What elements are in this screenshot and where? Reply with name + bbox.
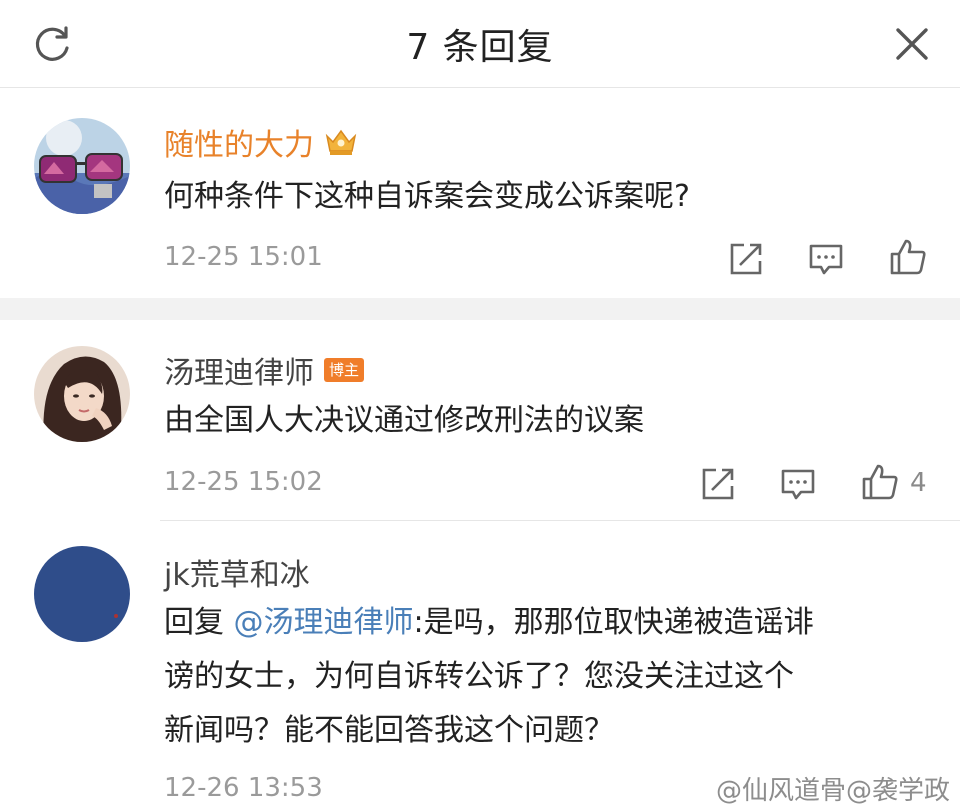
page-title: 7 条回复 [406, 27, 554, 68]
author-name[interactable]: jk荒草和冰 [164, 550, 310, 594]
like-icon[interactable] [888, 237, 928, 277]
author-name[interactable]: 随性的大力 [164, 120, 314, 164]
mention-link[interactable]: @汤理迪律师 [234, 605, 414, 640]
crown-icon [325, 129, 357, 155]
comment-text: 回复 @汤理迪律师:是吗，那那位取快递被造谣诽 [164, 596, 814, 650]
reply-prefix: 回复 [164, 605, 234, 640]
comment-text: 由全国人大决议通过修改刑法的议案 [164, 403, 644, 438]
reply-text-line1: :是吗，那那位取快递被造谣诽 [413, 605, 814, 640]
author-name[interactable]: 汤理迪律师 [164, 348, 314, 392]
comment-text: 新闻吗？能不能回答我这个问题？ [164, 713, 614, 748]
header: 7 条回复 [0, 0, 960, 88]
share-icon[interactable] [698, 464, 738, 504]
close-icon[interactable] [890, 22, 934, 66]
avatar[interactable] [34, 346, 130, 442]
comment-text: 何种条件下这种自诉案会变成公诉案呢? [164, 179, 690, 214]
comment-icon[interactable] [806, 239, 846, 279]
comment-text: 谤的女士，为何自诉转公诉了？您没关注过这个 [164, 659, 794, 694]
author-row: 随性的大力 [164, 120, 358, 164]
like-count: 4 [910, 468, 927, 498]
avatar[interactable] [34, 118, 130, 214]
section-divider [0, 298, 960, 320]
comment-time: 12-26 13:53 [164, 773, 323, 803]
blogger-badge: 博主 [324, 358, 365, 382]
avatar[interactable] [34, 546, 130, 642]
comment-time: 12-25 15:02 [164, 467, 323, 497]
row-divider [160, 520, 960, 521]
like-icon[interactable] [860, 462, 900, 502]
watermark: @仙风道骨@袭学政 [716, 776, 951, 806]
author-row: jk荒草和冰 [164, 550, 310, 594]
share-icon[interactable] [726, 239, 766, 279]
comment-time: 12-25 15:01 [164, 242, 323, 272]
comment-icon[interactable] [778, 464, 818, 504]
author-row: 汤理迪律师 博主 [164, 348, 365, 392]
